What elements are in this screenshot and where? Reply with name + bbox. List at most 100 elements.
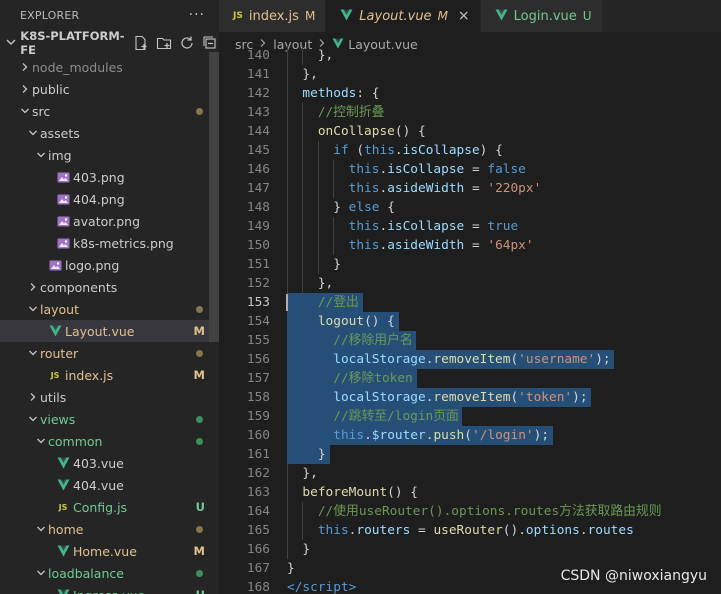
tree-item-label: common [48, 433, 103, 449]
git-status-dot [196, 107, 203, 115]
tab-index-js[interactable]: JS index.js M [219, 0, 327, 32]
line-number: 166 [246, 542, 270, 557]
line-number: 150 [246, 238, 270, 253]
tree-item-src[interactable]: src [0, 100, 219, 122]
close-icon[interactable]: × [458, 8, 470, 24]
chevron-down-icon [26, 304, 40, 314]
new-folder-icon[interactable] [155, 34, 173, 52]
line-number: 156 [246, 352, 270, 367]
code-text: //控制折叠 [317, 105, 385, 120]
tree-item-index-js[interactable]: JS index.js M [0, 364, 219, 386]
tree-item-label: views [40, 411, 76, 427]
tree-item-loadbalance[interactable]: loadbalance [0, 562, 219, 584]
more-actions-icon[interactable]: ··· [189, 7, 205, 23]
project-name: K8S-PLATFORM-FE [20, 29, 125, 57]
collapse-all-icon[interactable] [201, 34, 219, 52]
code-line: 152 }, [219, 274, 721, 293]
tree-item-logo-png[interactable]: logo.png [0, 254, 219, 276]
git-status-badge: M [193, 324, 205, 338]
code-line: 145 if (this.isCollapse) { [219, 141, 721, 160]
tab-label: Login.vue [513, 8, 577, 24]
vue-file-icon [56, 588, 70, 594]
tree-item-label: components [40, 279, 118, 295]
tree-item-label: img [48, 147, 72, 163]
code-text: this.routers = useRouter().options.route… [317, 523, 634, 538]
explorer-actions [132, 34, 219, 52]
git-status-dot [196, 525, 203, 533]
tab-label: index.js [248, 8, 299, 24]
code-line: 164 //使用useRouter().options.routes方法获取路由… [219, 502, 721, 521]
image-file-icon [56, 192, 70, 206]
tree-item-assets[interactable]: assets [0, 122, 219, 144]
tree-item-label: Home.vue [73, 543, 137, 559]
image-file-icon [56, 170, 70, 184]
tree-item-public[interactable]: public [0, 78, 219, 100]
line-number: 146 [246, 162, 270, 177]
refresh-icon[interactable] [178, 34, 196, 52]
code-line: 140 }, [219, 46, 721, 65]
line-number: 160 [246, 428, 270, 443]
code-text: this.$router.push('/login'); [333, 428, 550, 443]
git-status-badge: M [193, 368, 205, 382]
tab-login-vue[interactable]: Login.vue U [480, 0, 603, 32]
tree-item-node-modules[interactable]: node_modules [0, 56, 219, 78]
chevron-down-icon [26, 414, 40, 424]
line-number: 155 [246, 333, 270, 348]
tab-layout-vue[interactable]: Layout.vue M × [326, 0, 481, 32]
explorer-sidebar: EXPLORER ··· K8S-PLATFORM-FE node_module… [0, 0, 219, 594]
tree-item-404-vue[interactable]: 404.vue [0, 474, 219, 496]
code-text: //登出 [317, 295, 359, 310]
chevron-right-icon [18, 62, 32, 72]
tree-item-utils[interactable]: utils [0, 386, 219, 408]
git-status-dot [196, 305, 203, 313]
code-line: 146 this.isCollapse = false [219, 160, 721, 179]
code-text: </script> [287, 580, 357, 594]
git-status-dot [196, 569, 203, 577]
new-file-icon[interactable] [132, 34, 150, 52]
tree-item-img[interactable]: img [0, 144, 219, 166]
line-number: 151 [246, 257, 270, 272]
tree-item-avator-png[interactable]: avator.png [0, 210, 219, 232]
tree-item-label: assets [40, 125, 80, 141]
tree-item-403-png[interactable]: 403.png [0, 166, 219, 188]
tree-item-views[interactable]: views [0, 408, 219, 430]
tree-item-ingress-vue[interactable]: Ingress.vue U [0, 584, 219, 594]
project-root[interactable]: K8S-PLATFORM-FE [0, 29, 219, 57]
code-editor[interactable]: 140 }, 141 }, 142 methods: {143 //控制折叠 144 … [219, 46, 721, 594]
line-number: 142 [246, 86, 270, 101]
code-text: } [302, 542, 311, 557]
tree-item-label: Ingress.vue [73, 588, 145, 594]
chevron-right-icon [18, 84, 32, 94]
tree-item-403-vue[interactable]: 403.vue [0, 452, 219, 474]
tree-item-label: 403.vue [73, 455, 124, 471]
tree-item-label: k8s-metrics.png [73, 235, 174, 251]
tree-item-404-png[interactable]: 404.png [0, 188, 219, 210]
tree-item-layout-vue[interactable]: Layout.vue M [0, 320, 219, 342]
code-text: }, [317, 48, 334, 63]
code-text: } [287, 561, 295, 576]
code-text: localStorage.removeItem('token'); [333, 390, 588, 405]
tab-bar: JS index.js M Layout.vue M × Login.vue U [219, 0, 721, 32]
sidebar-scrollbar[interactable] [209, 52, 219, 342]
tree-item-home-vue[interactable]: Home.vue M [0, 540, 219, 562]
tree-item-layout[interactable]: layout [0, 298, 219, 320]
tree-item-label: public [32, 81, 70, 97]
line-number: 158 [246, 390, 270, 405]
tree-item-k8s-metrics-png[interactable]: k8s-metrics.png [0, 232, 219, 254]
vue-file-icon [340, 9, 353, 24]
chevron-right-icon [26, 392, 40, 402]
code-text: } else { [333, 200, 395, 215]
tree-item-common[interactable]: common [0, 430, 219, 452]
tree-item-config-js[interactable]: JS Config.js U [0, 496, 219, 518]
code-line: 141 }, [219, 65, 721, 84]
line-number: 159 [246, 409, 270, 424]
tree-item-router[interactable]: router [0, 342, 219, 364]
file-tree: node_modules public src assets img 403.png 404… [0, 56, 219, 594]
code-text: onCollapse() { [317, 124, 426, 139]
tree-item-home[interactable]: home [0, 518, 219, 540]
code-line: 165 this.routers = useRouter().options.r… [219, 521, 721, 540]
tree-item-components[interactable]: components [0, 276, 219, 298]
explorer-title: EXPLORER [20, 8, 80, 22]
code-line: 151 } [219, 255, 721, 274]
tab-git-status: M [437, 9, 448, 23]
